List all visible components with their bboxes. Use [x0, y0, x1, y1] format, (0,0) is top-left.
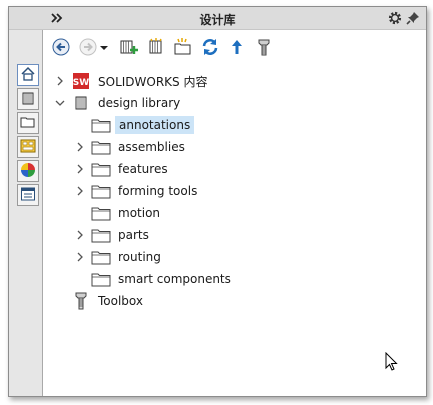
add-file-location-icon [146, 37, 166, 60]
folder-icon [91, 270, 111, 288]
tree-item-assemblies[interactable]: assemblies [75, 136, 188, 158]
tree-item-smart-components[interactable]: smart components [75, 268, 234, 290]
folder-icon [91, 160, 111, 178]
tree-item-label: Toolbox [98, 294, 143, 308]
tree-item-label: design library [98, 96, 181, 110]
mouse-cursor-icon [385, 351, 399, 372]
toolbox-bolt-icon [71, 292, 91, 310]
side-tab-custom-properties[interactable] [17, 184, 39, 206]
tree-item-design-library[interactable]: design library [55, 92, 183, 114]
design-library-icon [71, 94, 91, 112]
folder-icon [91, 138, 111, 156]
folder-icon [91, 248, 111, 266]
svg-text:SW: SW [73, 78, 89, 88]
tree-item-solidworks[interactable]: SW SOLIDWORKS 内容 [55, 70, 210, 92]
toolbox-bolt-icon [254, 37, 274, 60]
new-folder-icon [173, 37, 193, 60]
tree-item-label: motion [118, 206, 161, 220]
tree-item-parts[interactable]: parts [75, 224, 152, 246]
back-arrow-icon [52, 38, 70, 59]
side-tab-file-explorer[interactable] [17, 112, 39, 134]
design-library-toolbar [43, 30, 426, 62]
solidworks-content-icon: SW [71, 72, 91, 90]
design-library-icon [20, 90, 36, 109]
refresh-button[interactable] [200, 38, 220, 58]
folder-icon [20, 114, 36, 133]
folder-icon [91, 226, 111, 244]
refresh-icon [200, 37, 220, 60]
chevron-right-icon[interactable] [75, 230, 85, 240]
chevron-placeholder [75, 208, 85, 218]
tree-item-annotations[interactable]: annotations [75, 114, 195, 136]
folder-icon [91, 116, 111, 134]
up-one-level-button[interactable] [227, 38, 247, 58]
tree-item-motion[interactable]: motion [75, 202, 163, 224]
tree-item-forming-tools[interactable]: forming tools [75, 180, 200, 202]
tree-item-routing[interactable]: routing [75, 246, 164, 268]
chevron-right-icon[interactable] [75, 164, 85, 174]
tree-item-label: routing [118, 250, 161, 264]
chevron-right-icon[interactable] [75, 186, 85, 196]
chevron-placeholder [75, 274, 85, 284]
chevron-right-icon[interactable] [55, 76, 65, 86]
tree-item-features[interactable]: features [75, 158, 171, 180]
tree-item-label: smart components [118, 272, 231, 286]
task-pane-tab-strip [9, 30, 43, 396]
chevron-right-icon[interactable] [75, 142, 85, 152]
gear-icon[interactable] [387, 10, 403, 26]
forward-button[interactable] [78, 38, 98, 58]
side-tab-home[interactable] [17, 64, 39, 86]
back-button[interactable] [51, 38, 71, 58]
chevron-right-icon[interactable] [75, 252, 85, 262]
up-arrow-icon [227, 37, 247, 60]
home-icon [20, 66, 36, 85]
dropdown-caret-icon [100, 41, 108, 55]
library-tree: SW SOLIDWORKS 内容 design library annotations… [43, 70, 426, 396]
side-tab-design-library[interactable] [17, 88, 39, 110]
add-to-library-icon [119, 37, 139, 60]
tree-item-label: annotations [115, 116, 195, 134]
custom-properties-icon [20, 186, 36, 205]
tree-item-label: forming tools [118, 184, 198, 198]
chevron-down-icon[interactable] [55, 98, 65, 108]
design-library-panel: 设计库 SW SOLIDWORKS 内容 design library anno… [8, 6, 427, 397]
folder-icon [91, 204, 111, 222]
tree-item-label: assemblies [118, 140, 185, 154]
view-palette-icon [20, 138, 36, 157]
create-new-folder-button[interactable] [173, 37, 193, 60]
chevron-placeholder [55, 296, 65, 306]
tree-item-label: parts [118, 228, 149, 242]
panel-title-bar: 设计库 [9, 7, 426, 30]
tree-item-toolbox[interactable]: Toolbox [55, 290, 146, 312]
tree-item-label: SOLIDWORKS 内容 [98, 74, 208, 89]
forward-arrow-icon [79, 38, 97, 59]
add-file-location-button[interactable] [146, 37, 166, 60]
folder-icon [91, 182, 111, 200]
side-tab-view-palette[interactable] [17, 136, 39, 158]
panel-title: 设计库 [199, 13, 236, 27]
side-tab-appearances[interactable] [17, 160, 39, 182]
tree-item-label: features [118, 162, 168, 176]
add-to-library-button[interactable] [119, 38, 139, 58]
chevron-placeholder [75, 120, 85, 130]
pin-icon[interactable] [405, 10, 421, 26]
history-dropdown[interactable] [99, 38, 109, 58]
appearances-icon [20, 162, 36, 181]
toolbox-button[interactable] [254, 38, 274, 58]
